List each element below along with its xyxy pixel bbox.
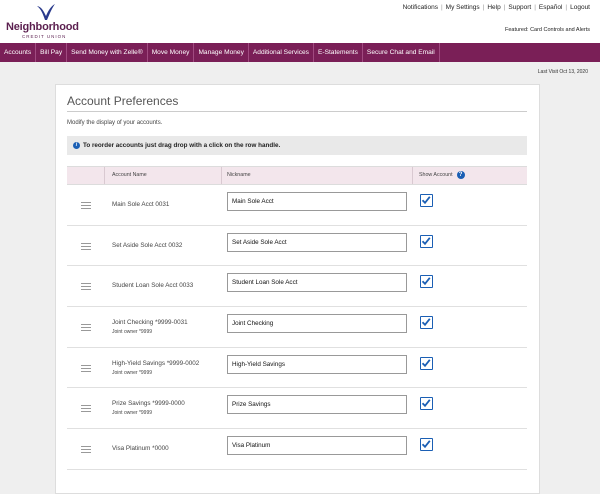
brand-logo[interactable]: Neighborhood CREDIT UNION [6, 4, 84, 40]
header-show-account-label: Show Account [419, 172, 453, 178]
bird-logo-icon [37, 4, 55, 20]
nickname-input[interactable] [227, 436, 407, 456]
logout-link[interactable]: Logout [570, 4, 590, 11]
title-divider [67, 111, 527, 112]
separator: | [503, 4, 506, 11]
checkmark-icon [421, 440, 431, 449]
show-account-checkbox[interactable] [420, 275, 433, 289]
table-row: Visa Platinum *0000 [67, 429, 527, 470]
show-account-checkbox[interactable] [420, 356, 433, 370]
nav-manage-money[interactable]: Manage Money [194, 43, 249, 62]
checkmark-icon [421, 277, 431, 286]
brand-sub: CREDIT UNION [22, 34, 67, 39]
info-banner: i To reorder accounts just drag drop with… [67, 136, 527, 155]
header-show-account: Show Account? [419, 167, 465, 184]
show-account-checkbox[interactable] [420, 194, 433, 207]
table-header: Account Name Nickname Show Account? [67, 166, 527, 185]
checkmark-icon [421, 358, 431, 367]
checkmark-icon [421, 318, 431, 327]
account-name: Joint Checking *9999-0031 [112, 319, 188, 327]
table-row: Set Aside Sole Acct 0032 [67, 226, 527, 267]
joint-owner: Joint owner *9999 [112, 329, 153, 336]
nav-e-statements[interactable]: E-Statements [314, 43, 363, 62]
account-name: Visa Platinum *0000 [112, 445, 169, 453]
separator: | [482, 4, 485, 11]
last-visit: Last Visit Oct 13, 2020 [537, 69, 588, 75]
nickname-input[interactable] [227, 354, 407, 374]
checkmark-icon [421, 196, 431, 205]
drag-handle-icon[interactable] [81, 242, 91, 250]
checkmark-icon [421, 399, 431, 408]
my-settings-link[interactable]: My Settings [446, 4, 480, 11]
table-row: Student Loan Sole Acct 0033 [67, 266, 527, 308]
account-name: Set Aside Sole Acct 0032 [112, 241, 183, 249]
header: Neighborhood CREDIT UNION Notifications |… [0, 0, 600, 43]
account-name: Prize Savings *9999-0000 [112, 400, 185, 408]
column-divider [221, 167, 222, 184]
espanol-link[interactable]: Español [539, 4, 563, 11]
brand-name: Neighborhood [6, 21, 79, 33]
separator: | [440, 4, 443, 11]
nickname-input[interactable] [227, 232, 407, 252]
joint-owner: Joint owner *9999 [112, 410, 153, 417]
nickname-input[interactable] [227, 192, 407, 211]
nickname-input[interactable] [227, 273, 407, 293]
separator: | [565, 4, 568, 11]
nav-move-money[interactable]: Move Money [148, 43, 195, 62]
drag-handle-icon[interactable] [81, 283, 91, 291]
help-link[interactable]: Help [487, 4, 500, 11]
checkmark-icon [421, 236, 431, 245]
info-icon: i [73, 141, 80, 149]
drag-handle-icon[interactable] [81, 202, 91, 209]
nav-additional-services[interactable]: Additional Services [249, 43, 314, 62]
support-link[interactable]: Support [508, 4, 531, 11]
main-nav: Accounts Bill Pay Send Money with Zelle®… [0, 43, 600, 62]
nav-bill-pay[interactable]: Bill Pay [36, 43, 68, 62]
drag-handle-icon[interactable] [81, 364, 91, 372]
nickname-input[interactable] [227, 395, 407, 415]
info-text: To reorder accounts just drag drop with … [83, 142, 281, 149]
show-account-checkbox[interactable] [420, 316, 433, 330]
page-subtitle: Modify the display of your accounts. [67, 120, 163, 126]
show-account-checkbox[interactable] [420, 397, 433, 411]
table-row: High-Yield Savings *9999-0002 Joint owner… [67, 348, 527, 389]
nav-accounts[interactable]: Accounts [0, 43, 37, 62]
help-icon[interactable]: ? [456, 170, 465, 179]
joint-owner: Joint owner *9999 [112, 369, 153, 376]
column-divider [104, 167, 105, 184]
drag-handle-icon[interactable] [81, 405, 91, 413]
header-nickname: Nickname [227, 172, 251, 178]
header-account-name: Account Name [112, 172, 147, 178]
nickname-input[interactable] [227, 314, 407, 334]
table-row: Main Sole Acct 0031 [67, 185, 527, 226]
column-divider [412, 167, 413, 184]
page-title: Account Preferences [67, 94, 179, 108]
featured-link[interactable]: Featured: Card Controls and Alerts [505, 27, 590, 33]
notifications-link[interactable]: Notifications [403, 4, 438, 11]
separator: | [534, 4, 536, 11]
table-row: Joint Checking *9999-0031 Joint owner *99… [67, 307, 527, 348]
show-account-checkbox[interactable] [420, 234, 433, 248]
nav-send-money-zelle[interactable]: Send Money with Zelle® [67, 43, 148, 62]
account-name: High-Yield Savings *9999-0002 [112, 359, 200, 367]
drag-handle-icon[interactable] [81, 446, 91, 454]
drag-handle-icon[interactable] [81, 324, 91, 332]
account-rows: Main Sole Acct 0031 Set Aside Sole Acct 0… [67, 185, 527, 470]
preferences-panel: Account Preferences Modify the display o… [55, 84, 540, 494]
utility-links: Notifications | My Settings | Help | Support | E… [403, 4, 590, 11]
account-name: Main Sole Acct 0031 [112, 201, 170, 208]
show-account-checkbox[interactable] [420, 438, 433, 452]
nav-secure-chat[interactable]: Secure Chat and Email [363, 43, 440, 62]
table-row: Prize Savings *9999-0000 Joint owner *999… [67, 388, 527, 430]
account-name: Student Loan Sole Acct 0033 [112, 282, 194, 290]
